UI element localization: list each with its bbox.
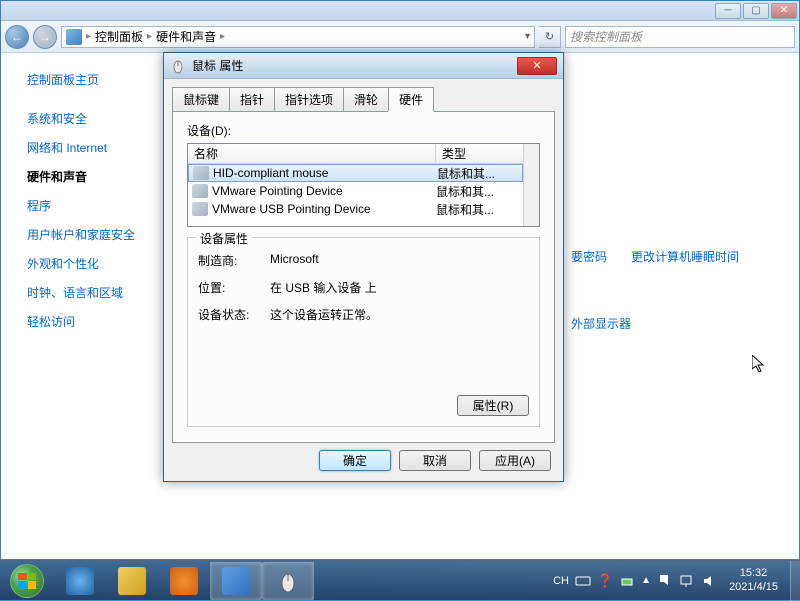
sidebar-item-appearance[interactable]: 外观和个性化: [27, 249, 156, 278]
ime-indicator[interactable]: CH: [553, 575, 569, 587]
sidebar-item-programs[interactable]: 程序: [27, 191, 156, 220]
list-header: 名称 类型: [188, 144, 523, 164]
sidebar-home[interactable]: 控制面板主页: [27, 65, 156, 94]
sidebar-item-accounts[interactable]: 用户帐户和家庭安全: [27, 220, 156, 249]
breadcrumb-sep-icon: ▸: [220, 31, 225, 42]
minimize-button[interactable]: ─: [715, 3, 741, 19]
addr-dropdown-icon[interactable]: ▾: [525, 31, 530, 42]
task-mouse-dialog[interactable]: [262, 562, 314, 600]
close-button[interactable]: ✕: [771, 3, 797, 19]
link-password[interactable]: 要密码: [571, 248, 607, 265]
breadcrumb-section[interactable]: 硬件和声音: [156, 28, 216, 45]
tray-safely-remove-icon[interactable]: [619, 573, 635, 589]
mfr-value: Microsoft: [270, 252, 319, 269]
task-ie[interactable]: [54, 562, 106, 600]
cancel-button[interactable]: 取消: [399, 450, 471, 471]
list-row[interactable]: VMware Pointing Device 鼠标和其...: [188, 182, 523, 200]
search-input[interactable]: 搜索控制面板: [565, 26, 795, 48]
scrollbar[interactable]: [523, 144, 539, 226]
mouse-icon: [170, 58, 186, 74]
device-icon: [192, 184, 208, 198]
tray-volume-icon[interactable]: [701, 573, 717, 589]
tab-wheel[interactable]: 滑轮: [343, 87, 389, 112]
start-button[interactable]: [0, 561, 54, 601]
device-list[interactable]: 名称 类型 HID-compliant mouse 鼠标和其... VMware…: [187, 143, 540, 227]
show-desktop-button[interactable]: [790, 561, 800, 601]
maximize-button[interactable]: ▢: [743, 3, 769, 19]
tray-help-icon[interactable]: ❓: [597, 573, 613, 589]
clock-date: 2021/4/15: [729, 581, 778, 594]
sidebar-item-network[interactable]: 网络和 Internet: [27, 133, 156, 162]
clock[interactable]: 15:32 2021/4/15: [723, 567, 784, 593]
refresh-button[interactable]: ↻: [539, 26, 561, 48]
breadcrumb-root[interactable]: 控制面板: [95, 28, 143, 45]
system-tray: CH ❓ ▲ 15:32 2021/4/15: [553, 567, 790, 593]
tray-keyboard-icon[interactable]: [575, 573, 591, 589]
sidebar-item-hardware[interactable]: 硬件和声音: [27, 162, 156, 191]
sidebar-item-system[interactable]: 系统和安全: [27, 104, 156, 133]
nav-back-button[interactable]: ←: [5, 25, 29, 49]
link-external-display[interactable]: 外部显示器: [571, 315, 631, 332]
loc-label: 位置:: [198, 279, 270, 296]
status-value: 这个设备运转正常。: [270, 306, 378, 323]
properties-button[interactable]: 属性(R): [457, 395, 529, 416]
list-row[interactable]: HID-compliant mouse 鼠标和其...: [188, 164, 523, 182]
col-name[interactable]: 名称: [188, 145, 436, 162]
dialog-titlebar[interactable]: 鼠标 属性 ✕: [164, 53, 563, 79]
loc-value: 在 USB 输入设备 上: [270, 279, 377, 296]
control-panel-icon: [66, 29, 82, 45]
sidebar: 控制面板主页 系统和安全 网络和 Internet 硬件和声音 程序 用户帐户和…: [1, 53, 156, 559]
col-type[interactable]: 类型: [436, 145, 523, 162]
dialog-title: 鼠标 属性: [192, 57, 517, 74]
list-row[interactable]: VMware USB Pointing Device 鼠标和其...: [188, 200, 523, 218]
sidebar-item-ease[interactable]: 轻松访问: [27, 307, 156, 336]
nav-forward-button[interactable]: →: [33, 25, 57, 49]
tray-chevron-icon[interactable]: ▲: [641, 575, 651, 586]
sidebar-item-clock[interactable]: 时钟、语言和区域: [27, 278, 156, 307]
task-media-player[interactable]: [158, 562, 210, 600]
task-control-panel[interactable]: [210, 562, 262, 600]
windows-logo-icon: [18, 573, 36, 589]
task-explorer[interactable]: [106, 562, 158, 600]
device-icon: [193, 166, 209, 180]
search-placeholder: 搜索控制面板: [570, 28, 642, 45]
ok-button[interactable]: 确定: [319, 450, 391, 471]
clock-time: 15:32: [729, 567, 778, 580]
tab-panel-hardware: 设备(D): 名称 类型 HID-compliant mouse 鼠标和其...: [172, 111, 555, 443]
tray-action-center-icon[interactable]: [657, 573, 673, 589]
tab-buttons[interactable]: 鼠标键: [172, 87, 230, 112]
apply-button[interactable]: 应用(A): [479, 450, 551, 471]
mfr-label: 制造商:: [198, 252, 270, 269]
window-titlebar[interactable]: ─ ▢ ✕: [1, 1, 799, 21]
devices-label: 设备(D):: [187, 122, 540, 139]
mouse-properties-dialog: 鼠标 属性 ✕ 鼠标键 指针 指针选项 滑轮 硬件 设备(D): 名称 类型: [163, 52, 564, 482]
status-label: 设备状态:: [198, 306, 270, 323]
tab-pointers[interactable]: 指针: [229, 87, 275, 112]
props-group-title: 设备属性: [196, 230, 252, 247]
device-icon: [192, 202, 208, 216]
dialog-close-button[interactable]: ✕: [517, 57, 557, 75]
tray-network-icon[interactable]: [679, 573, 695, 589]
tab-pointer-options[interactable]: 指针选项: [274, 87, 344, 112]
address-bar[interactable]: ▸ 控制面板 ▸ 硬件和声音 ▸ ▾: [61, 26, 535, 48]
tab-hardware[interactable]: 硬件: [388, 87, 434, 112]
tab-strip: 鼠标键 指针 指针选项 滑轮 硬件: [172, 87, 555, 112]
breadcrumb-sep-icon: ▸: [86, 31, 91, 42]
explorer-toolbar: ← → ▸ 控制面板 ▸ 硬件和声音 ▸ ▾ ↻ 搜索控制面板: [1, 21, 799, 53]
link-sleep[interactable]: 更改计算机睡眠时间: [631, 248, 739, 265]
breadcrumb-sep-icon: ▸: [147, 31, 152, 42]
device-properties-group: 设备属性 制造商: Microsoft 位置: 在 USB 输入设备 上 设备状…: [187, 237, 540, 427]
taskbar: CH ❓ ▲ 15:32 2021/4/15: [0, 560, 800, 600]
